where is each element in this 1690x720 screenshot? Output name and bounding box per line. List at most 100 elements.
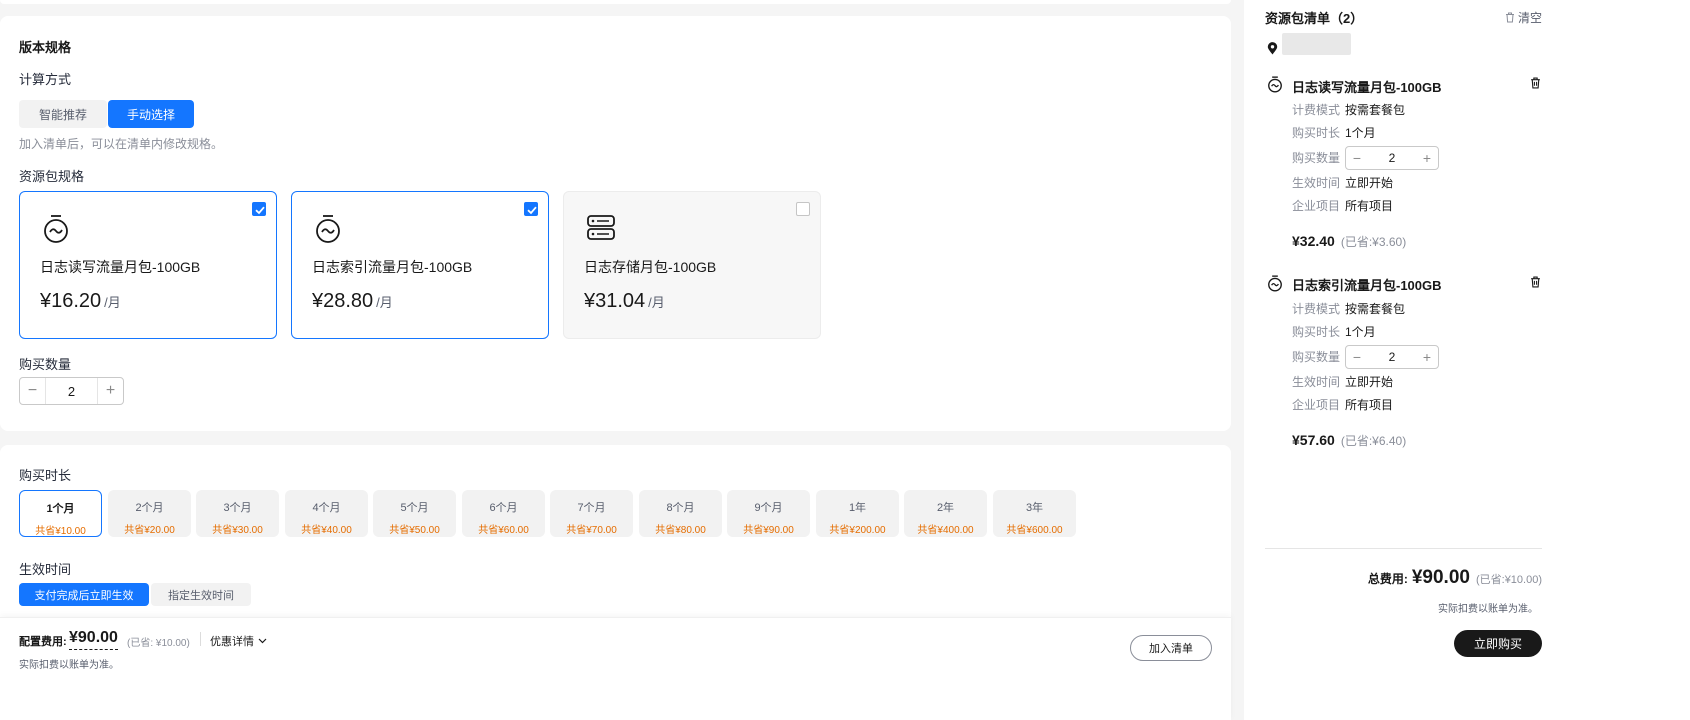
- project-value: 所有项目: [1345, 199, 1394, 213]
- buy-now-button[interactable]: 立即购买: [1454, 630, 1542, 657]
- duration-option[interactable]: 6个月共省¥60.00: [462, 490, 545, 537]
- trash-icon: [1506, 12, 1514, 23]
- plus-button[interactable]: +: [98, 378, 123, 404]
- calc-option-manual[interactable]: 手动选择: [108, 100, 194, 128]
- server-storage-icon: [586, 214, 616, 245]
- location-pin-icon: [1267, 42, 1278, 58]
- calc-method-label: 计算方式: [19, 72, 72, 87]
- delete-item-icon[interactable]: [1530, 77, 1541, 92]
- fee-note: 实际扣费以账单为准。: [19, 660, 119, 671]
- duration-text: 8个月: [666, 502, 695, 514]
- duration-saving: 共省¥80.00: [655, 525, 706, 536]
- quantity-value[interactable]: 2: [1368, 151, 1416, 165]
- duration-key: 购买时长: [1292, 325, 1341, 339]
- discount-details-label: 优惠详情: [210, 636, 254, 648]
- clear-cart-button[interactable]: 清空: [1505, 9, 1542, 26]
- cart-total: 总费用: ¥90.00 (已省:¥10.00): [1368, 567, 1542, 589]
- duration-option[interactable]: 4个月共省¥40.00: [285, 490, 368, 537]
- duration-saving: 共省¥90.00: [743, 525, 794, 536]
- duration-option[interactable]: 2个月 共省¥20.00: [108, 490, 191, 537]
- duration-option[interactable]: 1年 共省¥200.00: [816, 490, 899, 537]
- effective-option-scheduled[interactable]: 指定生效时间: [151, 583, 251, 606]
- cart-title: 资源包清单（2）: [1265, 11, 1364, 26]
- fee-label: 配置费用:: [19, 636, 67, 648]
- minus-button[interactable]: −: [1346, 150, 1368, 166]
- project-value: 所有项目: [1345, 398, 1394, 412]
- chevron-down-icon: [258, 638, 267, 644]
- package-price: ¥31.04/月: [584, 290, 665, 313]
- duration-saving: 共省¥200.00: [829, 525, 886, 536]
- effective-time-label: 生效时间: [19, 562, 72, 577]
- duration-saving: 共省¥10.00: [35, 526, 86, 537]
- calc-option-smart[interactable]: 智能推荐: [19, 100, 107, 128]
- package-name: 日志索引流量月包-100GB: [312, 259, 473, 275]
- duration-option[interactable]: 2年共省¥400.00: [904, 490, 987, 537]
- effective-key: 生效时间: [1292, 375, 1341, 389]
- duration-value: 1个月: [1345, 126, 1376, 140]
- fee-bar: [0, 617, 1231, 720]
- package-card-read-write[interactable]: 日志读写流量月包-100GB ¥16.20/月: [19, 191, 277, 339]
- cart-divider: [1265, 548, 1542, 549]
- package-card-storage[interactable]: 日志存储月包-100GB ¥31.04/月: [563, 191, 821, 339]
- duration-text: 6个月: [489, 502, 518, 514]
- add-to-list-button[interactable]: 加入清单: [1130, 635, 1212, 661]
- clear-cart-label: 清空: [1518, 11, 1543, 25]
- duration-text: 1个月: [46, 503, 75, 515]
- package-price-unit: /月: [104, 295, 121, 310]
- checkbox-checked-icon[interactable]: [524, 202, 538, 216]
- duration-option[interactable]: 9个月共省¥90.00: [727, 490, 810, 537]
- duration-text: 2年: [936, 502, 955, 514]
- billing-mode-value: 按需套餐包: [1345, 302, 1406, 316]
- duration-option[interactable]: 3个月 共省¥30.00: [196, 490, 279, 537]
- duration-option[interactable]: 1个月共省¥10.00: [19, 490, 102, 537]
- minus-button[interactable]: −: [20, 378, 45, 404]
- item-price-value: ¥32.40: [1292, 233, 1335, 249]
- duration-value: 1个月: [1345, 325, 1376, 339]
- quantity-value[interactable]: 2: [1368, 350, 1416, 364]
- checkbox-checked-icon[interactable]: [252, 202, 266, 216]
- duration-text: 3年: [1025, 502, 1044, 514]
- package-price-value: ¥31.04: [584, 290, 646, 312]
- package-price: ¥16.20/月: [40, 290, 121, 313]
- plus-button[interactable]: +: [1416, 150, 1438, 166]
- duration-text: 4个月: [312, 502, 341, 514]
- duration-saving: 共省¥400.00: [917, 525, 974, 536]
- duration-text: 5个月: [400, 502, 429, 514]
- fee-saved: (已省: ¥10.00): [127, 638, 190, 649]
- cart-quantity-stepper[interactable]: − 2 +: [1345, 146, 1439, 170]
- total-label: 总费用:: [1367, 572, 1408, 586]
- duration-saving: 共省¥60.00: [478, 525, 529, 536]
- quantity-stepper[interactable]: − 2 +: [19, 377, 124, 405]
- item-saved: (已省:¥6.40): [1340, 434, 1407, 448]
- quantity-value[interactable]: 2: [45, 378, 98, 404]
- cart-item-name: 日志索引流量月包-100GB: [1292, 278, 1442, 293]
- timer-wave-icon: [1267, 275, 1283, 295]
- plus-button[interactable]: +: [1416, 349, 1438, 365]
- duration-text: 9个月: [754, 502, 783, 514]
- duration-option[interactable]: 5个月 共省¥50.00: [373, 490, 456, 537]
- minus-button[interactable]: −: [1346, 349, 1368, 365]
- total-value: ¥90.00: [1411, 567, 1470, 588]
- item-price-value: ¥57.60: [1292, 432, 1335, 448]
- package-card-index[interactable]: 日志索引流量月包-100GB ¥28.80/月: [291, 191, 549, 339]
- duration-option[interactable]: 3年共省¥600.00: [993, 490, 1076, 537]
- item-saved: (已省:¥3.60): [1340, 235, 1407, 249]
- package-price: ¥28.80/月: [312, 290, 393, 313]
- duration-saving: 共省¥40.00: [301, 525, 352, 536]
- checkbox-unchecked-icon[interactable]: [796, 202, 810, 216]
- effective-option-immediate[interactable]: 支付完成后立即生效: [19, 583, 149, 606]
- quantity-key: 购买数量: [1292, 350, 1341, 364]
- spec-hint: 加入清单后，可以在清单内修改规格。: [19, 137, 224, 151]
- duration-saving: 共省¥600.00: [1006, 525, 1063, 536]
- package-label: 资源包规格: [19, 169, 85, 184]
- cart-item-price: ¥32.40 (已省:¥3.60): [1292, 233, 1406, 250]
- duration-option[interactable]: 7个月 共省¥70.00: [550, 490, 633, 537]
- package-price-unit: /月: [376, 295, 393, 310]
- quantity-key: 购买数量: [1292, 151, 1341, 165]
- delete-item-icon[interactable]: [1530, 276, 1541, 291]
- package-price-unit: /月: [648, 295, 665, 310]
- cart-quantity-stepper[interactable]: − 2 +: [1345, 345, 1439, 369]
- discount-details-link[interactable]: 优惠详情: [210, 633, 267, 649]
- package-price-value: ¥28.80: [312, 290, 374, 312]
- duration-option[interactable]: 8个月共省¥80.00: [639, 490, 722, 537]
